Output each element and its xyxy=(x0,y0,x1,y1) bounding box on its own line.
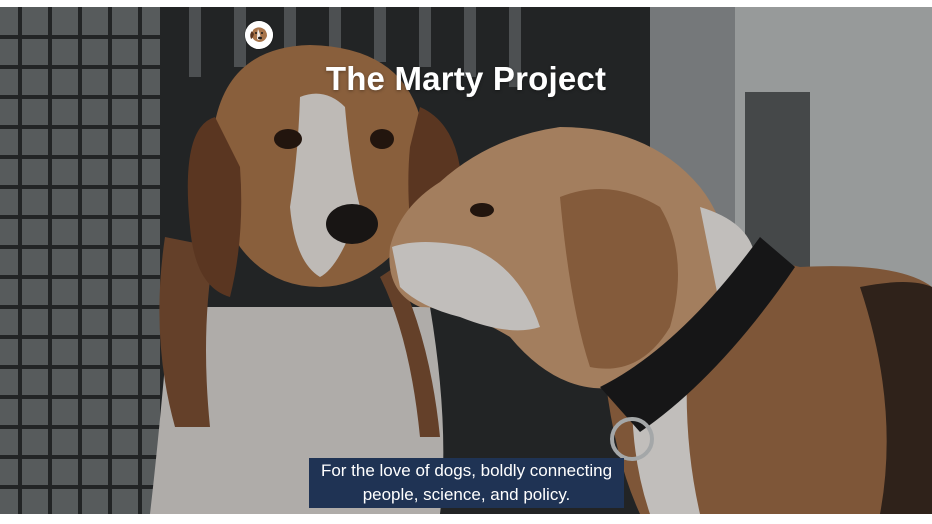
hero-banner: The Marty Project For the love of dogs, … xyxy=(0,7,932,514)
beagle-logo-icon[interactable] xyxy=(245,21,273,49)
hero-tagline: For the love of dogs, boldly connecting … xyxy=(309,458,624,508)
hero-title: The Marty Project xyxy=(325,60,607,97)
tagline-line-1: For the love of dogs, boldly connecting xyxy=(320,461,613,480)
tagline-line-2: people, science, and policy. xyxy=(362,485,571,504)
